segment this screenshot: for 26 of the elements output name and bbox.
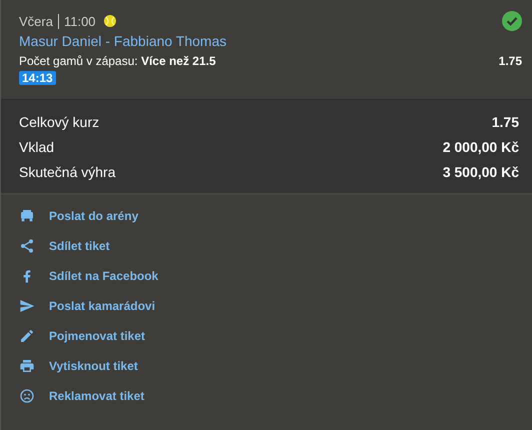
action-link[interactable]: Vytisknout tiket	[19, 351, 138, 381]
summary-label: Skutečná výhra	[19, 164, 116, 182]
bet-odds: 1.75	[498, 54, 522, 68]
print-icon	[19, 358, 35, 374]
tennis-ball-icon	[104, 15, 116, 27]
bet-selection: Počet gamů v zápasu: Více než 21.5	[19, 54, 216, 68]
action-link[interactable]: Poslat kamarádovi	[19, 291, 156, 321]
summary-value: 3 500,00 Kč	[442, 164, 519, 182]
action-link[interactable]: Sdílet na Facebook	[19, 261, 158, 291]
car-icon	[19, 208, 35, 224]
match-name[interactable]: Masur Daniel - Fabbiano Thomas	[19, 33, 522, 49]
pencil-icon	[19, 328, 35, 344]
share-icon	[19, 238, 35, 254]
action-link[interactable]: Poslat do arény	[19, 201, 138, 231]
summary-value: 1.75	[492, 114, 519, 132]
send-icon	[19, 298, 35, 314]
action-link[interactable]: Reklamovat tiket	[19, 381, 144, 411]
bet-time: 11:00	[64, 14, 96, 28]
summary-label: Celkový kurz	[19, 114, 100, 132]
summary-value: 2 000,00 Kč	[442, 139, 519, 157]
summary-label: Vklad	[19, 139, 54, 157]
action-link[interactable]: Sdílet tiket	[19, 231, 110, 261]
sad-face-icon	[19, 388, 35, 404]
bet-day: Včera	[19, 14, 53, 28]
action-link[interactable]: Pojmenovat tiket	[19, 321, 146, 351]
time-badge: 14:13	[19, 71, 56, 85]
